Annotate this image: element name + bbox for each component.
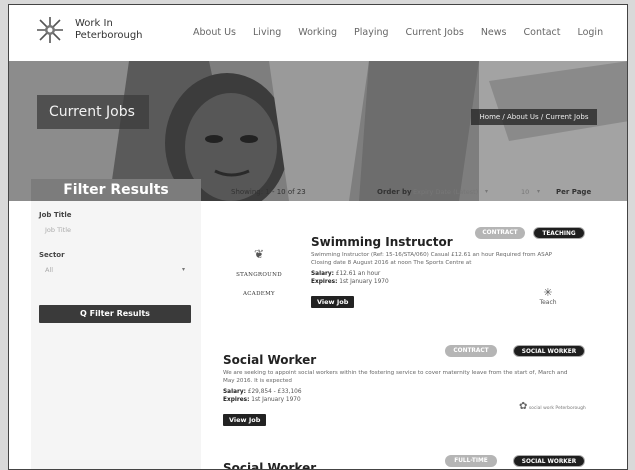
results-toolbar: Showing: 1 - 10 of 23 Order by Expiry Da…	[201, 183, 627, 201]
tag-teaching[interactable]: TEACHING	[533, 227, 585, 239]
teach-partner-logo: ✳ Teach	[533, 286, 563, 307]
nav-login[interactable]: Login	[577, 27, 603, 38]
tag-social-worker[interactable]: SOCIAL WORKER	[513, 345, 585, 357]
chevron-down-icon[interactable]: ▾	[537, 188, 540, 195]
job-description: We are seeking to appoint social workers…	[223, 370, 568, 384]
chevron-down-icon[interactable]: ▾	[485, 188, 488, 195]
flower-logo-icon[interactable]	[35, 15, 65, 45]
job-card: Social Worker We are seeking to appoint …	[223, 345, 603, 445]
sector-select[interactable]: All ▾	[39, 263, 191, 277]
salary-label: Salary:	[223, 389, 246, 395]
page-title-box: Current Jobs	[37, 95, 149, 129]
teach-logo-text: Teach	[539, 299, 557, 306]
nav-playing[interactable]: Playing	[354, 27, 389, 38]
job-card: ❦ STANGROUND ACADEMY Swimming Instructor…	[223, 227, 603, 325]
job-title-input[interactable]: Job Title	[39, 223, 191, 237]
filter-sidebar: Job Title Job Title Sector All ▾ Q Filte…	[31, 201, 201, 469]
per-page-select[interactable]: 10	[521, 188, 529, 196]
chevron-down-icon: ▾	[181, 266, 185, 273]
job-body: Swimming Instructor Swimming Instructor …	[311, 227, 571, 308]
expires-label: Expires:	[223, 397, 250, 403]
tag-social-worker[interactable]: SOCIAL WORKER	[513, 455, 585, 467]
tag-contract[interactable]: CONTRACT	[445, 345, 497, 357]
salary-value: £12.61 an hour	[335, 271, 381, 277]
job-card: Social Worker FULL-TIME SOCIAL WORKER	[223, 451, 603, 469]
results-count: Showing: 1 - 10 of 23	[231, 188, 306, 196]
sector-label: Sector	[39, 251, 65, 259]
salary-label: Salary:	[311, 271, 334, 277]
nav-living[interactable]: Living	[253, 27, 281, 38]
salary-value: £29,854 - £33,106	[247, 389, 302, 395]
social-work-logo-icon: ✿	[519, 401, 528, 412]
job-title[interactable]: Swimming Instructor	[311, 235, 571, 249]
nav-working[interactable]: Working	[298, 27, 337, 38]
site-header: Work In Peterborough About Us Living Wor…	[9, 5, 627, 61]
employer-logo-text: STANGROUND ACADEMY	[236, 272, 282, 297]
expires-label: Expires:	[311, 279, 338, 285]
job-salary: Salary: £29,854 - £33,106	[223, 388, 603, 396]
job-description: Swimming Instructor (Ref: 15-16/STA/060)…	[311, 252, 553, 266]
brand-line-1: Work In	[75, 18, 113, 29]
filter-results-button[interactable]: Q Filter Results	[39, 305, 191, 323]
tag-full-time[interactable]: FULL-TIME	[445, 455, 497, 467]
sector-select-value: All	[45, 266, 54, 274]
order-by-select[interactable]: Expiry Date (Latest)	[413, 188, 478, 196]
hero-banner: Current Jobs Home / About Us / Current J…	[9, 61, 627, 201]
job-expires: Expires: 1st January 1970	[311, 278, 571, 286]
page-title: Current Jobs	[49, 104, 135, 120]
per-page-label: Per Page	[556, 188, 592, 196]
main-nav: About Us Living Working Playing Current …	[193, 27, 620, 38]
brand-name[interactable]: Work In Peterborough	[75, 18, 143, 42]
social-work-partner-logo: ✿ social work Peterborough	[519, 401, 589, 412]
breadcrumb[interactable]: Home / About Us / Current Jobs	[471, 109, 597, 125]
view-job-button[interactable]: View Job	[223, 414, 267, 426]
employer-logo: ❦ STANGROUND ACADEMY	[227, 247, 291, 299]
tag-contract[interactable]: CONTRACT	[475, 227, 525, 239]
leaf-icon: ❦	[253, 247, 265, 261]
nav-current-jobs[interactable]: Current Jobs	[406, 27, 464, 38]
nav-contact[interactable]: Contact	[524, 27, 561, 38]
expires-value: 1st January 1970	[251, 397, 301, 403]
nav-about-us[interactable]: About Us	[193, 27, 236, 38]
social-work-logo-text: social work Peterborough	[528, 406, 586, 411]
view-job-button[interactable]: View Job	[311, 296, 355, 308]
filter-results-heading: Filter Results	[31, 179, 201, 201]
order-by-label: Order by	[377, 188, 412, 196]
nav-news[interactable]: News	[481, 27, 507, 38]
browser-frame: Work In Peterborough About Us Living Wor…	[8, 4, 628, 470]
job-salary: Salary: £12.61 an hour	[311, 270, 571, 278]
teach-star-icon: ✳	[543, 286, 553, 299]
job-title-label: Job Title	[39, 211, 72, 219]
expires-value: 1st January 1970	[339, 279, 389, 285]
brand-line-2: Peterborough	[75, 30, 143, 41]
